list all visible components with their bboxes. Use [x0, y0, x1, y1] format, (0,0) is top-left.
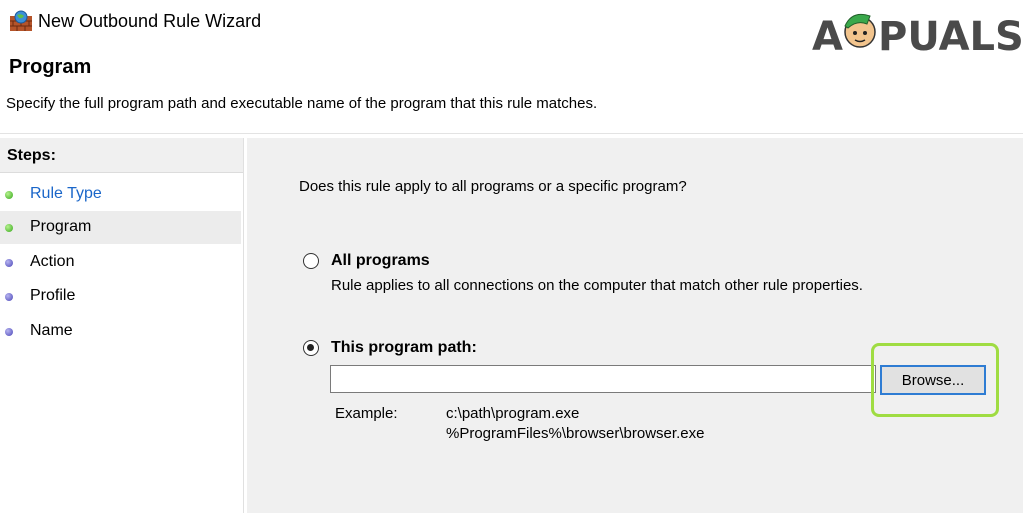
step-label: Action: [30, 253, 75, 270]
example-path-1: c:\path\program.exe: [446, 405, 580, 422]
example-path-2: %ProgramFiles%\browser\browser.exe: [446, 425, 705, 442]
svg-text:A: A: [812, 14, 843, 58]
step-rule-type[interactable]: Rule Type: [0, 178, 241, 211]
question-text: Does this rule apply to all programs or …: [299, 178, 687, 195]
blue-bullet-icon: [5, 328, 13, 336]
step-label: Name: [30, 322, 73, 339]
program-path-label[interactable]: This program path:: [331, 339, 477, 357]
green-bullet-icon: [5, 191, 13, 199]
blue-bullet-icon: [5, 259, 13, 267]
green-bullet-icon: [5, 224, 13, 232]
steps-pane: Steps: Rule Type Program Action Profile …: [0, 138, 244, 513]
step-action: Action: [0, 246, 241, 279]
steps-heading: Steps:: [0, 138, 243, 173]
step-label[interactable]: Rule Type: [30, 185, 102, 203]
all-programs-label[interactable]: All programs: [331, 252, 430, 270]
page-description: Specify the full program path and execut…: [6, 95, 598, 112]
svg-text:PUALS: PUALS: [878, 14, 1022, 58]
step-label: Profile: [30, 287, 76, 304]
blue-bullet-icon: [5, 293, 13, 301]
page-title: Program: [9, 56, 92, 78]
appuals-logo: A PUALS: [812, 6, 1022, 58]
step-label: Program: [30, 218, 92, 235]
all-programs-description: Rule applies to all connections on the c…: [331, 277, 863, 294]
step-program: Program: [0, 211, 241, 244]
program-path-radio[interactable]: [303, 340, 319, 356]
header-divider: [0, 133, 1023, 134]
example-label: Example:: [335, 405, 398, 422]
step-name: Name: [0, 315, 241, 348]
firewall-icon: [9, 10, 33, 32]
program-path-input[interactable]: [330, 365, 876, 393]
all-programs-radio[interactable]: [303, 253, 319, 269]
window-title: New Outbound Rule Wizard: [38, 11, 262, 31]
content-pane: Does this rule apply to all programs or …: [247, 138, 1023, 513]
browse-button[interactable]: Browse...: [880, 365, 986, 395]
step-profile: Profile: [0, 280, 241, 313]
